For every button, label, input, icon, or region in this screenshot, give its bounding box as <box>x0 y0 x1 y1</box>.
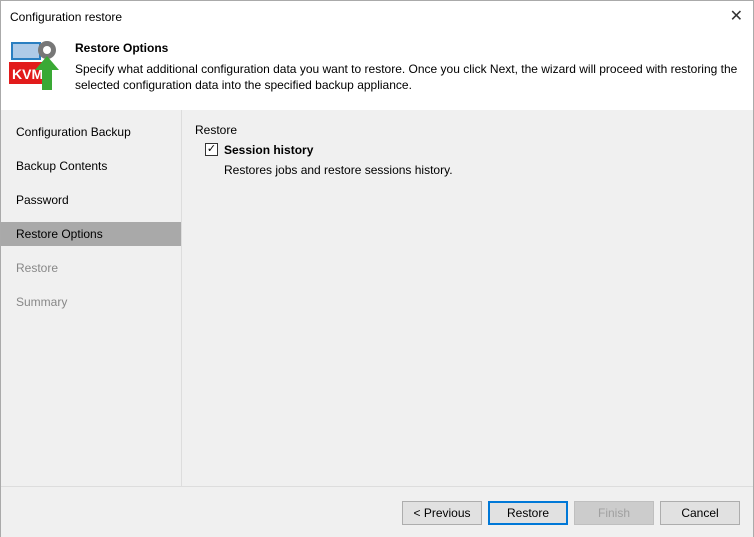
title-bar: Configuration restore ✕ <box>1 1 753 32</box>
page-description: Specify what additional configuration da… <box>75 62 738 92</box>
wizard-window: Configuration restore ✕ KVM Restore Opti… <box>0 0 754 537</box>
wizard-footer: < Previous Restore Finish Cancel <box>1 486 753 537</box>
step-configuration-backup[interactable]: Configuration Backup <box>1 120 181 144</box>
step-backup-contents[interactable]: Backup Contents <box>1 154 181 178</box>
restore-group-label: Restore <box>195 123 238 137</box>
session-history-label[interactable]: Session history <box>224 143 313 157</box>
window-title: Configuration restore <box>10 10 123 24</box>
main-panel: Restore ✓ Session history Restores jobs … <box>182 110 753 486</box>
restore-button[interactable]: Restore <box>488 501 568 525</box>
step-summary: Summary <box>16 295 68 309</box>
cancel-button[interactable]: Cancel <box>660 501 740 525</box>
page-title: Restore Options <box>75 41 169 55</box>
step-restore-options[interactable]: Restore Options <box>1 222 181 246</box>
session-history-description: Restores jobs and restore sessions histo… <box>224 163 453 177</box>
kvm-restore-icon: KVM <box>9 41 59 90</box>
step-restore: Restore <box>16 261 59 275</box>
previous-button[interactable]: < Previous <box>402 501 482 525</box>
session-history-checkbox[interactable]: ✓ <box>205 143 218 156</box>
wizard-steps: Configuration Backup Backup Contents Pas… <box>1 110 182 486</box>
close-icon[interactable]: ✕ <box>730 6 743 26</box>
finish-button: Finish <box>574 501 654 525</box>
step-password[interactable]: Password <box>1 188 181 212</box>
wizard-header: KVM Restore Options Specify what additio… <box>1 32 753 110</box>
